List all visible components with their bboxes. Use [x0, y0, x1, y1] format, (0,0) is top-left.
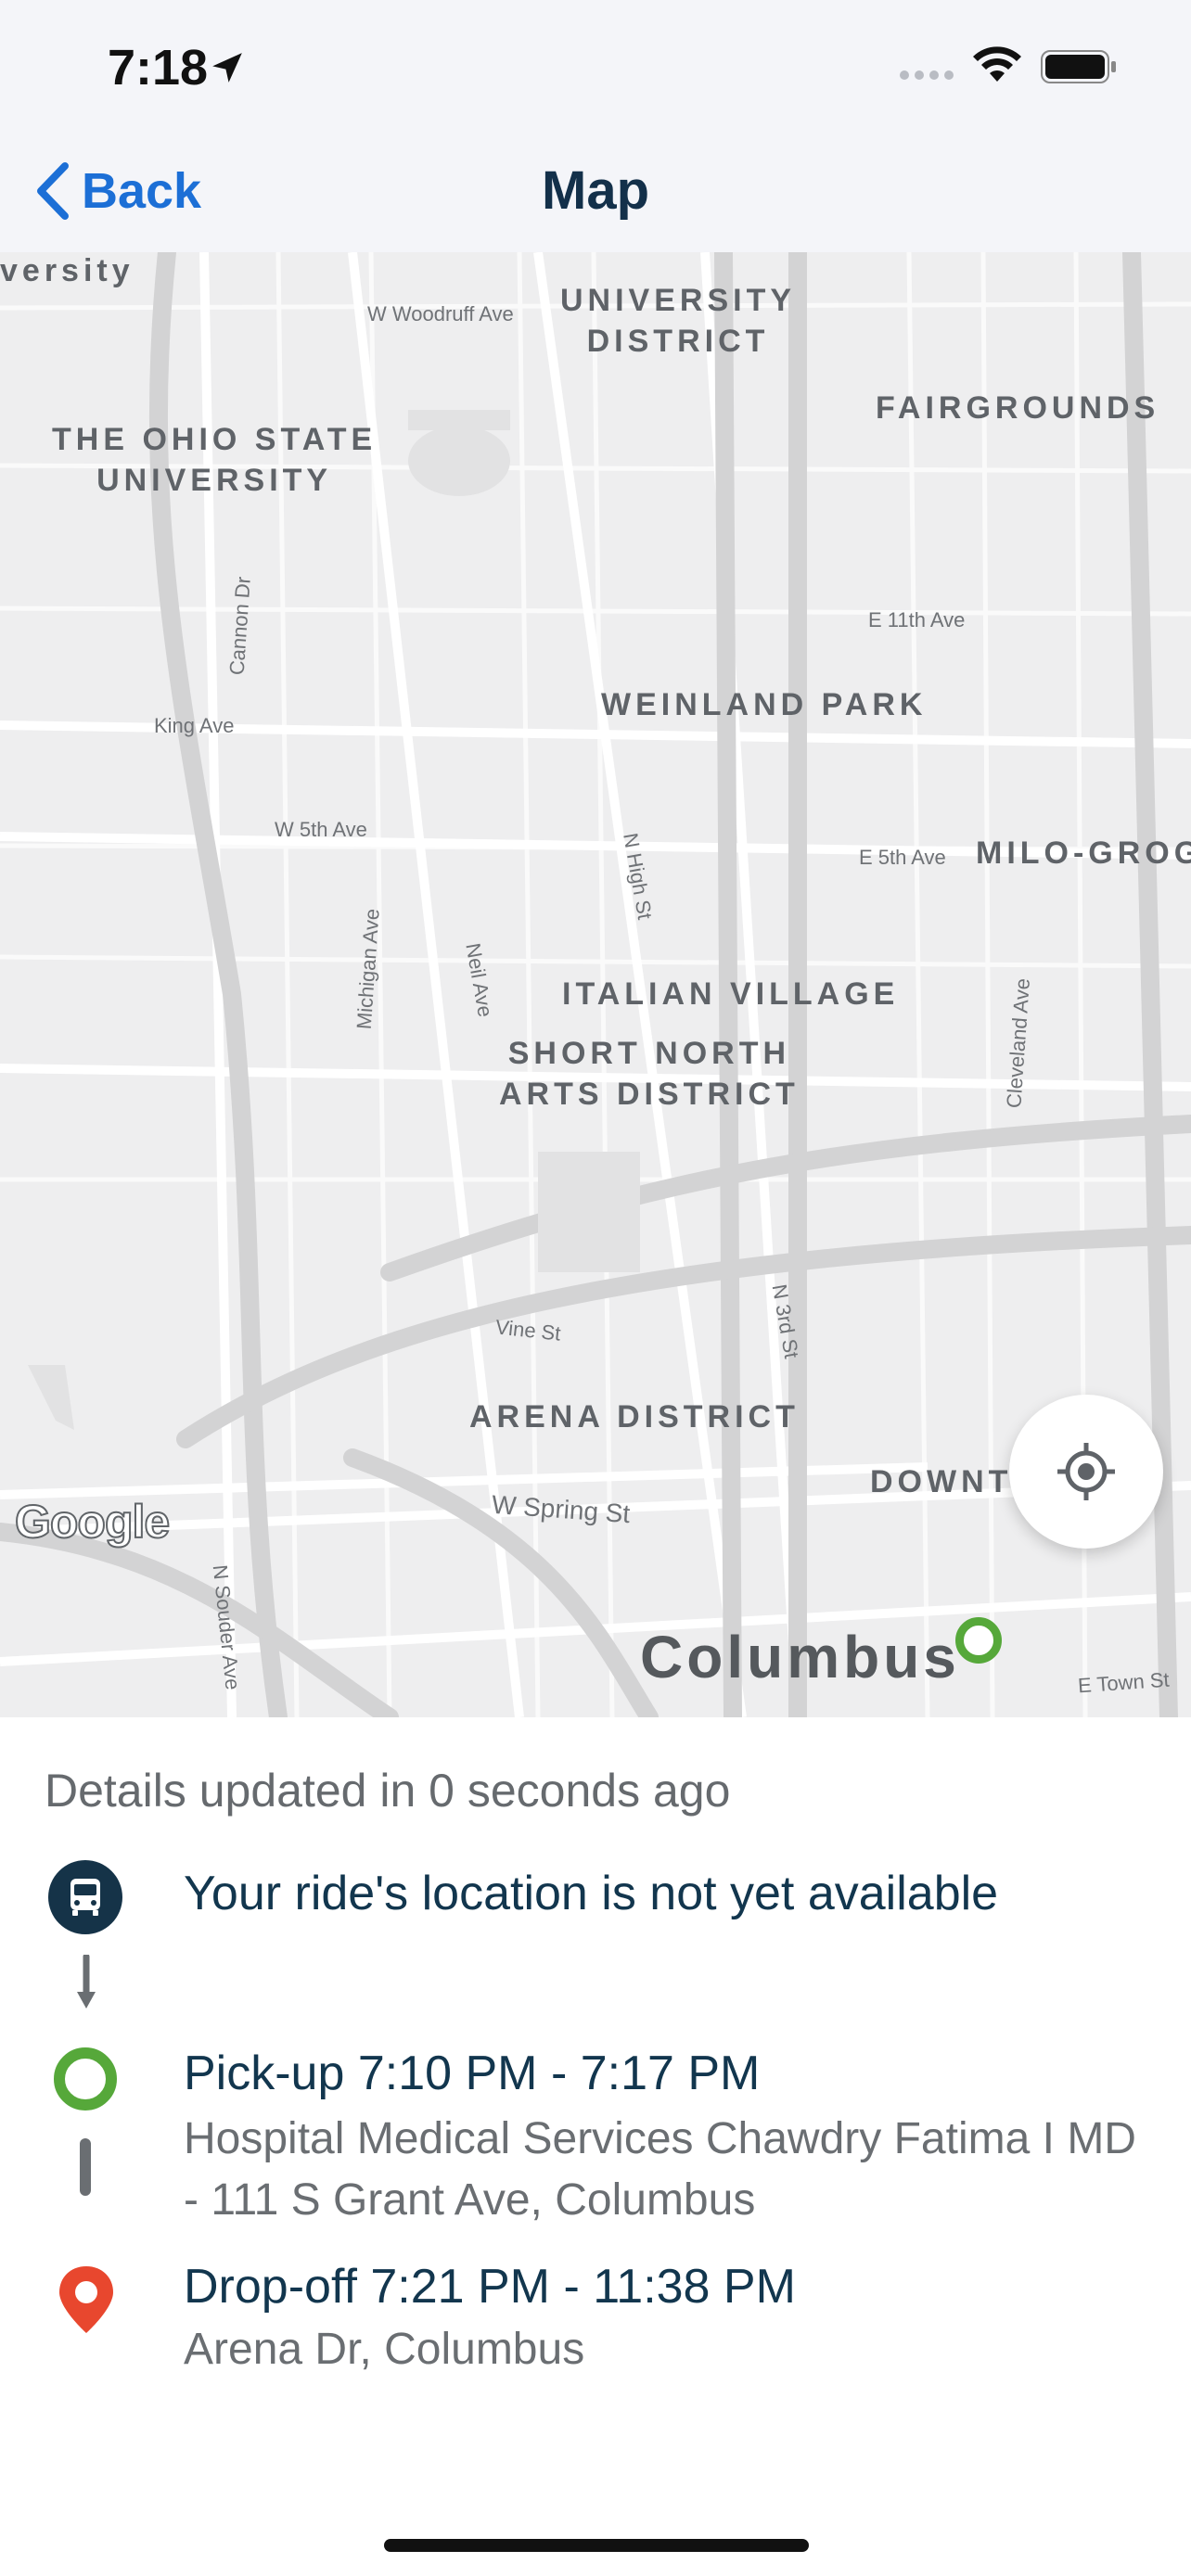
map-area-label: FAIRGROUNDS: [876, 390, 1160, 426]
map-area-label: ITALIAN VILLAGE: [562, 976, 900, 1012]
map-pin-icon: [59, 2266, 113, 2333]
recenter-button[interactable]: [1009, 1395, 1163, 1549]
route-connector: [80, 2138, 91, 2196]
map-area-label: MILO-GROG: [976, 835, 1191, 871]
pickup-map-marker[interactable]: [955, 1617, 1002, 1664]
map-city-label: Columbus: [640, 1624, 960, 1690]
status-time: 7:18: [108, 40, 209, 96]
ride-status-text: Your ride's location is not yet availabl…: [184, 1867, 999, 1920]
dropoff-address: Arena Dr, Columbus: [184, 2325, 585, 2374]
pickup-circle-icon: [54, 2047, 117, 2111]
bus-icon: [48, 1860, 122, 1934]
map-area-label: UNIVERSITY DISTRICT: [560, 283, 797, 359]
map-street-label: W Woodruff Ave: [367, 302, 514, 325]
map-street-label: W 5th Ave: [275, 818, 367, 841]
location-arrow-icon: [212, 53, 242, 83]
details-updated-text: Details updated in 0 seconds ago: [45, 1765, 731, 1817]
pickup-time: Pick-up 7:10 PM - 7:17 PM: [184, 2047, 761, 2100]
pickup-address: Hospital Medical Services Chawdry Fatima…: [184, 2114, 1136, 2225]
google-logo: Google: [14, 1495, 171, 1549]
cellular-dots-icon: [900, 70, 954, 80]
map-area-label: ARENA DISTRICT: [469, 1399, 800, 1435]
dropoff-time: Drop-off 7:21 PM - 11:38 PM: [184, 2260, 796, 2314]
map-area-label: DOWNT: [870, 1464, 1013, 1499]
top-bar: 7:18 Back Map: [0, 0, 1191, 252]
map-street-label: King Ave: [154, 714, 235, 737]
battery-icon: [1041, 50, 1116, 83]
map-area-label: versity: [0, 253, 134, 288]
home-indicator[interactable]: [384, 2539, 809, 2552]
map-area-label: WEINLAND PARK: [601, 687, 928, 722]
map-area-label: THE OHIO STATE UNIVERSITY: [52, 422, 378, 498]
map-street-label: E 5th Ave: [859, 846, 946, 869]
map-street-label: E 11th Ave: [868, 608, 966, 631]
page-title: Map: [542, 160, 649, 221]
wifi-icon: [973, 46, 1021, 82]
map-area-label: SHORT NORTH ARTS DISTRICT: [499, 1036, 800, 1112]
map-view[interactable]: versity UNIVERSITY DISTRICT FAIRGROUNDS T…: [0, 252, 1191, 1717]
crosshair-icon: [1057, 1443, 1115, 1500]
arrow-down-icon: [77, 1955, 96, 2009]
